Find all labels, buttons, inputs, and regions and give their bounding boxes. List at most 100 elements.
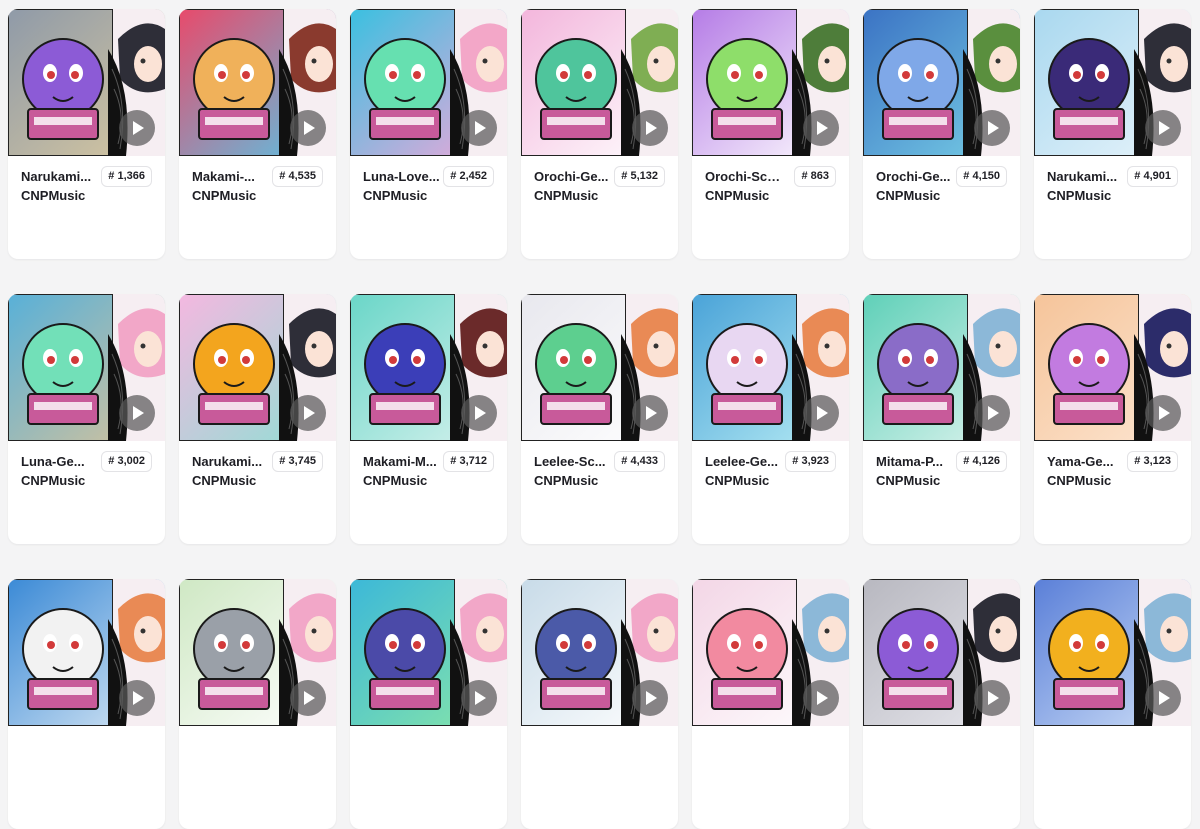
nft-name[interactable]: Narukami... xyxy=(192,454,269,469)
rank-badge: # 3,712 xyxy=(443,451,494,472)
nft-artwork-image[interactable] xyxy=(521,9,678,156)
nft-artwork-image[interactable] xyxy=(1034,9,1191,156)
nft-artwork-image[interactable] xyxy=(863,9,1020,156)
play-button[interactable] xyxy=(461,680,497,716)
nft-artwork-image[interactable] xyxy=(179,294,336,441)
play-button[interactable] xyxy=(119,680,155,716)
nft-artwork-image[interactable] xyxy=(863,579,1020,726)
play-button[interactable] xyxy=(290,110,326,146)
play-button[interactable] xyxy=(803,110,839,146)
nft-card[interactable]: Makami-M... # 3,712 CNPMusic xyxy=(350,294,507,544)
nft-card[interactable]: Narukami... # 3,745 CNPMusic xyxy=(179,294,336,544)
collection-name[interactable]: CNPMusic xyxy=(1047,473,1111,488)
nft-name[interactable]: Makami-M... xyxy=(363,454,440,469)
nft-card[interactable] xyxy=(350,579,507,829)
nft-name[interactable]: Narukami... xyxy=(1047,169,1124,184)
play-button[interactable] xyxy=(119,110,155,146)
nft-name[interactable]: Yama-Ge... xyxy=(1047,454,1124,469)
collection-name[interactable]: CNPMusic xyxy=(363,188,427,203)
nft-name[interactable]: Orochi-Sco... xyxy=(705,169,782,184)
collection-name[interactable]: CNPMusic xyxy=(876,188,940,203)
play-icon xyxy=(133,691,144,705)
nft-artwork-image[interactable] xyxy=(179,9,336,156)
nft-card[interactable]: Mitama-P... # 4,126 CNPMusic xyxy=(863,294,1020,544)
play-button[interactable] xyxy=(1145,680,1181,716)
play-button[interactable] xyxy=(632,395,668,431)
nft-artwork-image[interactable] xyxy=(863,294,1020,441)
nft-artwork-image[interactable] xyxy=(521,294,678,441)
nft-card[interactable]: Leelee-Sc... # 4,433 CNPMusic xyxy=(521,294,678,544)
play-icon xyxy=(1159,691,1170,705)
play-button[interactable] xyxy=(1145,110,1181,146)
nft-artwork-image[interactable] xyxy=(692,579,849,726)
collection-name[interactable]: CNPMusic xyxy=(876,473,940,488)
play-button[interactable] xyxy=(974,395,1010,431)
play-icon xyxy=(988,691,999,705)
nft-artwork-image[interactable] xyxy=(1034,294,1191,441)
collection-name[interactable]: CNPMusic xyxy=(192,188,256,203)
nft-artwork-image[interactable] xyxy=(179,579,336,726)
play-button[interactable] xyxy=(632,110,668,146)
nft-card[interactable]: Orochi-Ge... # 5,132 CNPMusic xyxy=(521,9,678,259)
nft-card[interactable] xyxy=(692,579,849,829)
nft-name[interactable]: Orochi-Ge... xyxy=(876,169,953,184)
nft-card[interactable] xyxy=(863,579,1020,829)
nft-artwork-image[interactable] xyxy=(8,9,165,156)
nft-name[interactable]: Leelee-Ge... xyxy=(705,454,782,469)
nft-card[interactable]: Narukami... # 1,366 CNPMusic xyxy=(8,9,165,259)
collection-name[interactable]: CNPMusic xyxy=(534,188,598,203)
collection-name[interactable]: CNPMusic xyxy=(1047,188,1111,203)
collection-name[interactable]: CNPMusic xyxy=(705,188,769,203)
nft-card[interactable] xyxy=(521,579,678,829)
nft-card[interactable]: Luna-Love... # 2,452 CNPMusic xyxy=(350,9,507,259)
play-button[interactable] xyxy=(119,395,155,431)
nft-name[interactable]: Luna-Love... xyxy=(363,169,440,184)
play-button[interactable] xyxy=(1145,395,1181,431)
nft-artwork-image[interactable] xyxy=(350,294,507,441)
nft-name[interactable]: Orochi-Ge... xyxy=(534,169,611,184)
nft-card[interactable]: Luna-Ge... # 3,002 CNPMusic xyxy=(8,294,165,544)
nft-card[interactable]: Yama-Ge... # 3,123 CNPMusic xyxy=(1034,294,1191,544)
play-icon xyxy=(304,121,315,135)
play-button[interactable] xyxy=(974,110,1010,146)
nft-artwork-image[interactable] xyxy=(350,9,507,156)
nft-artwork-image[interactable] xyxy=(350,579,507,726)
nft-card[interactable]: Makami-... # 4,535 CNPMusic xyxy=(179,9,336,259)
play-button[interactable] xyxy=(290,680,326,716)
nft-artwork-image[interactable] xyxy=(692,9,849,156)
nft-artwork-image[interactable] xyxy=(8,579,165,726)
nft-name[interactable]: Mitama-P... xyxy=(876,454,953,469)
play-icon xyxy=(133,406,144,420)
nft-card[interactable] xyxy=(1034,579,1191,829)
collection-name[interactable]: CNPMusic xyxy=(192,473,256,488)
play-icon xyxy=(475,691,486,705)
play-button[interactable] xyxy=(632,680,668,716)
nft-artwork-image[interactable] xyxy=(8,294,165,441)
nft-card[interactable] xyxy=(8,579,165,829)
play-button[interactable] xyxy=(974,680,1010,716)
collection-name[interactable]: CNPMusic xyxy=(705,473,769,488)
play-icon xyxy=(646,691,657,705)
collection-name[interactable]: CNPMusic xyxy=(534,473,598,488)
nft-artwork-image[interactable] xyxy=(692,294,849,441)
nft-card[interactable]: Narukami... # 4,901 CNPMusic xyxy=(1034,9,1191,259)
play-button[interactable] xyxy=(461,110,497,146)
rank-badge: # 3,923 xyxy=(785,451,836,472)
nft-name[interactable]: Makami-... xyxy=(192,169,269,184)
play-button[interactable] xyxy=(803,395,839,431)
nft-card[interactable]: Orochi-Sco... # 863 CNPMusic xyxy=(692,9,849,259)
play-button[interactable] xyxy=(803,680,839,716)
nft-card[interactable]: Leelee-Ge... # 3,923 CNPMusic xyxy=(692,294,849,544)
nft-name[interactable]: Luna-Ge... xyxy=(21,454,98,469)
nft-card[interactable] xyxy=(179,579,336,829)
collection-name[interactable]: CNPMusic xyxy=(21,188,85,203)
nft-name[interactable]: Narukami... xyxy=(21,169,98,184)
nft-name[interactable]: Leelee-Sc... xyxy=(534,454,611,469)
nft-card[interactable]: Orochi-Ge... # 4,150 CNPMusic xyxy=(863,9,1020,259)
nft-artwork-image[interactable] xyxy=(1034,579,1191,726)
nft-artwork-image[interactable] xyxy=(521,579,678,726)
collection-name[interactable]: CNPMusic xyxy=(363,473,427,488)
collection-name[interactable]: CNPMusic xyxy=(21,473,85,488)
play-button[interactable] xyxy=(461,395,497,431)
play-button[interactable] xyxy=(290,395,326,431)
